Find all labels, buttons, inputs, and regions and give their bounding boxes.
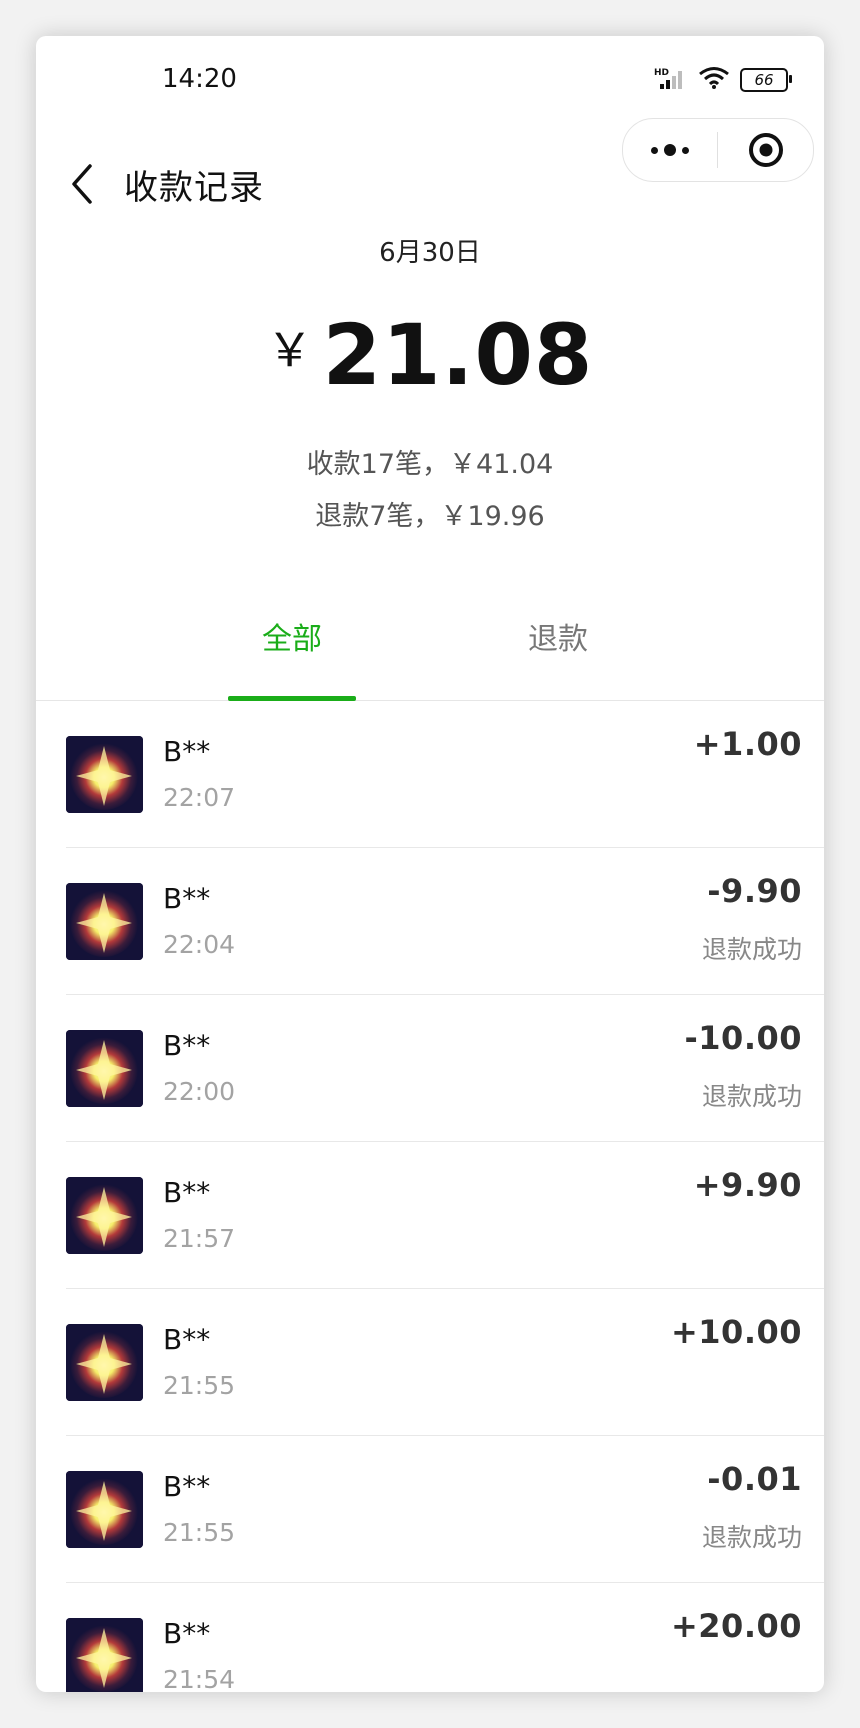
record-row[interactable]: B** 22:00 -10.00 退款成功 xyxy=(36,995,824,1142)
avatar xyxy=(66,1471,143,1548)
payer-name: B** xyxy=(163,1176,211,1209)
close-mini-program-button[interactable] xyxy=(718,119,813,181)
target-icon xyxy=(748,133,783,167)
back-button[interactable] xyxy=(64,154,104,214)
record-row[interactable]: B** 21:55 +10.00 xyxy=(36,1289,824,1436)
payer-name: B** xyxy=(163,882,211,915)
record-row[interactable]: B** 22:07 +1.00 xyxy=(36,701,824,848)
record-status: 退款成功 xyxy=(701,1082,802,1111)
more-dot-icon xyxy=(651,146,658,154)
status-time: 14:20 xyxy=(162,64,237,94)
total-value: 21.08 xyxy=(322,306,594,404)
record-status: 退款成功 xyxy=(701,935,802,964)
avatar xyxy=(66,1177,143,1254)
more-options-button[interactable] xyxy=(623,119,717,181)
phone-screen: 14:20 HD 66 收款记录 6月30日 ￥ 21.08 收款17笔，￥41… xyxy=(36,36,824,1692)
currency-symbol: ￥ xyxy=(266,323,313,377)
record-amount: -0.01 xyxy=(707,1460,802,1498)
battery-icon: 66 xyxy=(740,68,792,92)
payer-name: B** xyxy=(163,1323,211,1356)
record-amount: -9.90 xyxy=(707,872,802,910)
record-list: B** 22:07 +1.00 B** 22:04 -9.90 退款成功 B**… xyxy=(36,701,824,1692)
mini-program-capsule xyxy=(622,118,814,182)
battery-level: 66 xyxy=(754,71,774,89)
avatar xyxy=(66,1324,143,1401)
record-amount: +1.00 xyxy=(693,725,802,763)
record-amount: +9.90 xyxy=(693,1166,802,1204)
received-summary: 收款17笔，￥41.04 xyxy=(306,449,554,480)
record-row[interactable]: B** 21:57 +9.90 xyxy=(36,1142,824,1289)
chevron-left-icon xyxy=(72,164,92,204)
record-row[interactable]: B** 22:04 -9.90 退款成功 xyxy=(36,848,824,995)
page-title: 收款记录 xyxy=(124,168,264,208)
record-time: 22:07 xyxy=(163,783,236,812)
avatar xyxy=(66,736,143,813)
status-icons: HD 66 xyxy=(654,66,792,94)
avatar xyxy=(66,883,143,960)
record-time: 22:00 xyxy=(163,1077,236,1106)
record-time: 21:54 xyxy=(163,1665,236,1692)
tab-all[interactable]: 全部 xyxy=(228,608,356,701)
record-row[interactable]: B** 21:54 +20.00 xyxy=(36,1583,824,1692)
record-amount: +20.00 xyxy=(670,1607,802,1645)
record-time: 21:57 xyxy=(163,1224,236,1253)
tab-refund[interactable]: 退款 xyxy=(494,608,622,700)
payer-name: B** xyxy=(163,1617,211,1650)
more-dot-icon xyxy=(682,146,689,154)
record-status: 退款成功 xyxy=(701,1523,802,1552)
more-dot-icon xyxy=(664,144,676,156)
summary-date: 6月30日 xyxy=(379,238,481,268)
avatar xyxy=(66,1030,143,1107)
total-amount: ￥ 21.08 xyxy=(36,306,824,404)
record-time: 21:55 xyxy=(163,1371,236,1400)
record-time: 21:55 xyxy=(163,1518,236,1547)
payer-name: B** xyxy=(163,1029,211,1062)
record-time: 22:04 xyxy=(163,930,236,959)
hd-label: HD xyxy=(654,68,669,78)
payer-name: B** xyxy=(163,735,211,768)
wifi-icon xyxy=(698,66,730,94)
record-amount: +10.00 xyxy=(670,1313,802,1351)
payer-name: B** xyxy=(163,1470,211,1503)
tab-bar: 全部 退款 xyxy=(36,608,824,701)
signal-icon: HD xyxy=(654,66,688,94)
record-amount: -10.00 xyxy=(684,1019,802,1057)
refund-summary: 退款7笔，￥19.96 xyxy=(315,501,545,532)
avatar xyxy=(66,1618,143,1692)
record-row[interactable]: B** 21:55 -0.01 退款成功 xyxy=(36,1436,824,1583)
